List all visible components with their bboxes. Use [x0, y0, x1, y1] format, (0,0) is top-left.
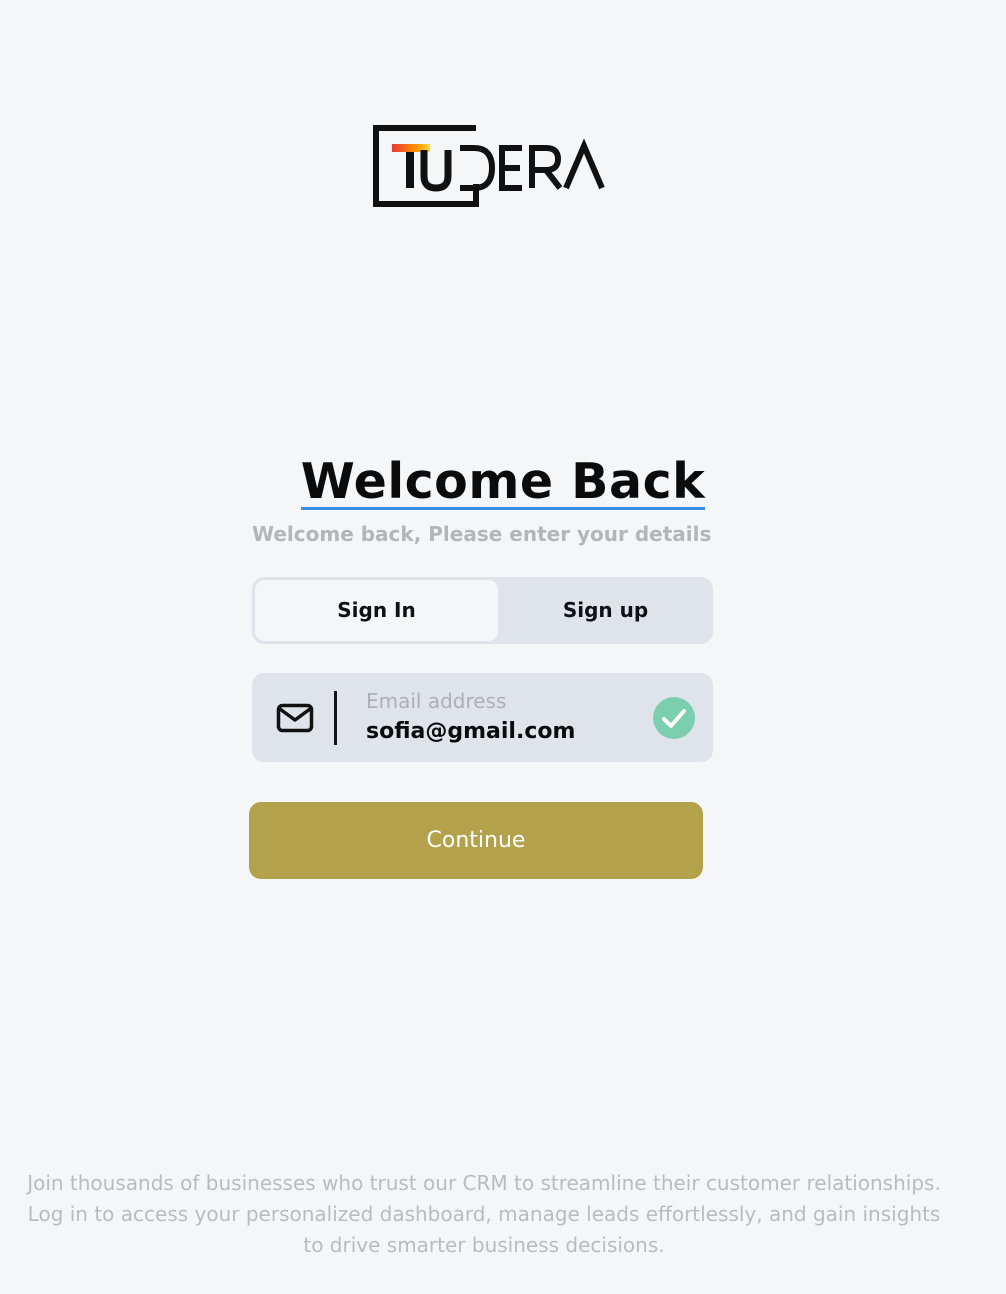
field-divider: [334, 691, 337, 745]
email-field-label: Email address: [366, 689, 507, 713]
continue-button[interactable]: Continue: [249, 802, 703, 879]
email-field[interactable]: Email address sofia@gmail.com: [252, 673, 713, 762]
brand-logo: [372, 124, 616, 208]
brand-logo-graphic: [373, 125, 605, 207]
tab-sign-in[interactable]: Sign In: [255, 580, 498, 641]
check-circle-icon: [653, 697, 695, 739]
page-subtitle: Welcome back, Please enter your details: [252, 522, 712, 546]
tab-sign-up[interactable]: Sign up: [498, 580, 713, 641]
footer-description: Join thousands of businesses who trust o…: [27, 1171, 941, 1257]
mail-icon: [276, 701, 314, 735]
auth-tabs: Sign In Sign up: [252, 577, 713, 644]
page-title: Welcome Back: [0, 452, 1006, 512]
page-title-text: Welcome Back: [300, 453, 706, 510]
email-field-value[interactable]: sofia@gmail.com: [366, 719, 575, 744]
